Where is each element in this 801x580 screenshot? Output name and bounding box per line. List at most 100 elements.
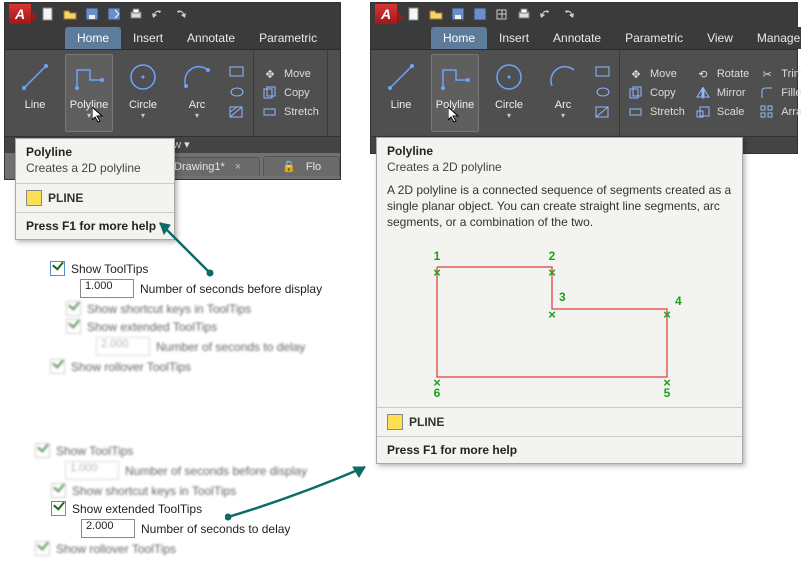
tooltip-subtitle: Creates a 2D polyline	[377, 160, 742, 182]
fillet-icon	[759, 85, 775, 101]
tooltip-command-row: PLINE	[377, 407, 742, 436]
qat-open-icon[interactable]	[62, 6, 78, 22]
shortcut-keys-checkbox[interactable]	[51, 483, 66, 498]
seconds-delay-input[interactable]: 2.000	[81, 519, 135, 538]
seconds-before-label: Number of seconds before display	[140, 282, 322, 296]
mouse-cursor-icon	[92, 107, 106, 123]
tab-annotate[interactable]: Annotate	[541, 27, 613, 49]
stretch-label: Stretch	[284, 106, 319, 118]
rollover-tooltips-row: Show rollover ToolTips	[50, 359, 330, 374]
extended-tooltips-checkbox[interactable]	[51, 501, 66, 516]
circle-button[interactable]: Circle ▾	[485, 54, 533, 132]
stretch-button[interactable]: Stretch	[628, 104, 685, 120]
rotate-icon: ⟲	[695, 66, 711, 82]
qat-undo-icon[interactable]	[538, 6, 554, 22]
qat-redo-icon[interactable]	[172, 6, 188, 22]
array-label: Array	[781, 106, 801, 118]
rotate-button[interactable]: ⟲Rotate	[695, 66, 749, 82]
tab-insert[interactable]: Insert	[121, 27, 175, 49]
rollover-tooltips-checkbox[interactable]	[50, 359, 65, 374]
mirror-button[interactable]: Mirror	[695, 85, 749, 101]
rectangle-icon[interactable]	[229, 65, 245, 82]
ribbon-panel-draw: Line Polyline ▾ Circle ▾ Arc ▾	[371, 50, 620, 136]
move-icon: ✥	[628, 66, 644, 82]
line-button[interactable]: Line	[377, 54, 425, 132]
move-button[interactable]: ✥Move	[628, 66, 685, 82]
tab-home[interactable]: Home	[431, 27, 487, 49]
seconds-delay-label: Number of seconds to delay	[141, 522, 290, 536]
qat-open-icon[interactable]	[428, 6, 444, 22]
array-button[interactable]: Array	[759, 104, 801, 120]
qat-saveas-icon[interactable]	[106, 6, 122, 22]
arrow-icon	[225, 462, 375, 522]
ribbon-panel-modify: ✥Move Copy Stretch	[254, 50, 328, 136]
rectangle-icon[interactable]	[595, 65, 611, 82]
scale-button[interactable]: Scale	[695, 104, 749, 120]
hatch-icon[interactable]	[229, 105, 245, 122]
copy-button[interactable]: Copy	[262, 85, 319, 101]
qat-print-icon[interactable]	[516, 6, 532, 22]
trim-button[interactable]: ✂Trim	[759, 66, 801, 82]
seconds-delay-input[interactable]: 2.000	[96, 337, 150, 356]
arc-button[interactable]: Arc ▾	[539, 54, 587, 132]
close-icon[interactable]: ×	[235, 161, 241, 173]
qat-saveas-icon[interactable]	[472, 6, 488, 22]
ribbon-panel-modify: ✥Move Copy Stretch ⟲Rotate Mirror Scale …	[620, 50, 801, 136]
rollover-tooltips-checkbox[interactable]	[35, 541, 50, 556]
line-button[interactable]: Line	[11, 54, 59, 132]
tab-manage[interactable]: Manage	[745, 27, 801, 49]
move-button[interactable]: ✥Move	[262, 66, 319, 82]
show-tooltips-checkbox[interactable]	[50, 261, 65, 276]
app-menu-button[interactable]: A	[375, 4, 397, 24]
ellipse-icon[interactable]	[229, 85, 245, 102]
show-tooltips-checkbox[interactable]	[35, 443, 50, 458]
array-icon	[759, 104, 775, 120]
qat-new-icon[interactable]	[406, 6, 422, 22]
scale-icon	[695, 104, 711, 120]
tab-annotate[interactable]: Annotate	[175, 27, 247, 49]
hatch-icon[interactable]	[595, 105, 611, 122]
qat-print-icon[interactable]	[128, 6, 144, 22]
line-label: Line	[391, 99, 412, 111]
arc-label: Arc	[555, 99, 572, 111]
copy-label: Copy	[284, 87, 310, 99]
tab-view[interactable]: View	[695, 27, 745, 49]
fillet-button[interactable]: Fillet	[759, 85, 801, 101]
app-menu-button[interactable]: A	[9, 4, 31, 24]
tab-parametric[interactable]: Parametric	[247, 27, 329, 49]
arc-icon	[179, 59, 215, 95]
extended-tooltips-checkbox[interactable]	[66, 319, 81, 334]
circle-icon	[125, 59, 161, 95]
qat-publish-icon[interactable]	[494, 6, 510, 22]
tab-insert[interactable]: Insert	[487, 27, 541, 49]
tooltip-extended: Polyline Creates a 2D polyline A 2D poly…	[376, 137, 743, 464]
qat-undo-icon[interactable]	[150, 6, 166, 22]
qat-save-icon[interactable]	[84, 6, 100, 22]
stretch-button[interactable]: Stretch	[262, 104, 319, 120]
seconds-delay-row: 2.000 Number of seconds to delay	[96, 337, 330, 356]
qat-save-icon[interactable]	[450, 6, 466, 22]
seconds-before-row: 1.000 Number of seconds before display	[80, 279, 330, 298]
svg-text:×: ×	[548, 265, 556, 280]
arc-button[interactable]: Arc ▾	[173, 54, 221, 132]
mouse-cursor-icon	[448, 107, 462, 123]
seconds-before-input[interactable]: 1.000	[80, 279, 134, 298]
shortcut-keys-row: Show shortcut keys in ToolTips	[66, 301, 330, 316]
app-logo-letter: A	[381, 6, 391, 22]
tab-parametric[interactable]: Parametric	[613, 27, 695, 49]
seconds-before-input[interactable]: 1.000	[65, 461, 119, 480]
tooltip-command: PLINE	[48, 191, 83, 205]
line-icon	[383, 59, 419, 95]
doc-tab-label: Drawing1*	[174, 161, 225, 173]
circle-button[interactable]: Circle ▾	[119, 54, 167, 132]
qat-redo-icon[interactable]	[560, 6, 576, 22]
ellipse-icon[interactable]	[595, 85, 611, 102]
chevron-down-icon: ▾	[561, 111, 565, 120]
doc-tab-2[interactable]: 🔒 Flo	[263, 156, 340, 176]
tab-home[interactable]: Home	[65, 27, 121, 49]
copy-button[interactable]: Copy	[628, 85, 685, 101]
shortcut-keys-checkbox[interactable]	[66, 301, 81, 316]
line-icon	[17, 59, 53, 95]
copy-label: Copy	[650, 87, 676, 99]
qat-new-icon[interactable]	[40, 6, 56, 22]
